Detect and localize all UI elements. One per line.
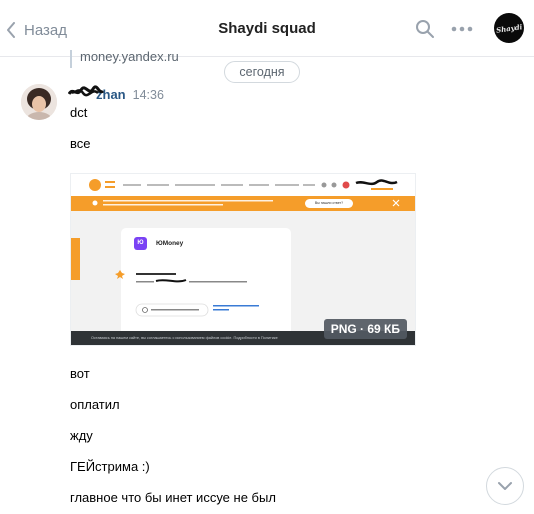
- attachment-file-badge: PNG · 69 КБ: [323, 319, 407, 339]
- author-avatar[interactable]: [21, 84, 57, 120]
- search-icon[interactable]: [415, 19, 435, 39]
- attachment-cookie-text: Оставаясь на нашем сайте, вы соглашаетес…: [91, 336, 278, 340]
- date-divider: сегодня: [224, 61, 300, 83]
- attachment-card-title: ЮMoney: [156, 240, 184, 247]
- message-time: 14:36: [132, 88, 164, 102]
- scroll-down-button[interactable]: [486, 467, 524, 505]
- yoomoney-logo-icon: Ю: [134, 237, 147, 250]
- message-text: оплатил: [70, 397, 120, 412]
- chat-avatar-logo: Shaydi: [495, 21, 523, 35]
- chevron-down-icon: [498, 482, 512, 490]
- flower-icon: [115, 270, 125, 279]
- message-author-row: zhan 14:36: [68, 85, 164, 103]
- message-text: dct: [70, 105, 88, 120]
- attachment-prompt-button: Вы нашли ответ?: [305, 199, 353, 208]
- message-text: все: [70, 136, 91, 151]
- message-text: жду: [70, 428, 93, 443]
- redaction-scribble-icon: [68, 85, 104, 97]
- message-text: ГЕЙстрима :): [70, 459, 150, 474]
- more-icon[interactable]: [451, 26, 473, 32]
- message-text: главное что бы инет иссуе не был: [70, 490, 276, 505]
- attachment-side-tab: [71, 238, 80, 280]
- image-attachment[interactable]: Вы нашли ответ? Ю ЮMoney Оставаясь на на…: [70, 173, 416, 346]
- attachment-site-navbar: [71, 174, 415, 196]
- author-name[interactable]: zhan: [68, 85, 126, 102]
- attachment-banner-graphic: [92, 199, 400, 207]
- link-snippet[interactable]: money.yandex.ru: [70, 50, 179, 68]
- attachment-navbar-graphic: [89, 179, 398, 191]
- message-text: вот: [70, 366, 90, 381]
- attachment-banner: [71, 196, 415, 211]
- chat-avatar[interactable]: Shaydi: [494, 13, 524, 43]
- author-photo-icon: [21, 84, 57, 120]
